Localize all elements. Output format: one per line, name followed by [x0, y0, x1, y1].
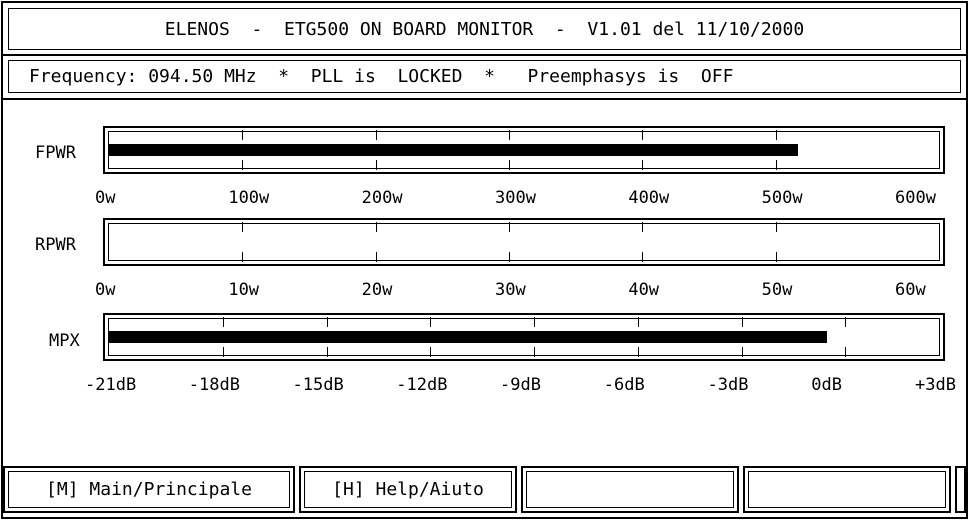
mpx-tick [222, 347, 224, 357]
fpwr-meter [103, 126, 945, 174]
mpx-tick [534, 347, 535, 357]
rpwr-tick [509, 252, 510, 262]
mpx-tick [534, 317, 535, 327]
menu-slot-3[interactable] [521, 466, 739, 513]
fpwr-scale-label: 0w [95, 188, 116, 208]
fpwr-tick [642, 130, 644, 140]
menu-help-button[interactable]: [H] Help/Aiuto [299, 466, 517, 513]
fpwr-tick [775, 160, 777, 170]
fpwr-scale-label: 600w [895, 188, 936, 208]
mpx-scale-label: -15dB [292, 375, 344, 395]
fpwr-scale-label: 200w [361, 188, 403, 208]
menu-slot-5[interactable] [955, 466, 966, 513]
fpwr-label: FPWR [35, 143, 76, 163]
fpwr-tick [242, 130, 244, 140]
fpwr-scale-label: 400w [628, 188, 670, 208]
rpwr-tick [375, 222, 377, 232]
fpwr-scale-label: 100w [228, 188, 270, 208]
mpx-scale-label: -21dB [85, 375, 137, 395]
mpx-scale-label: -6dB [603, 375, 645, 395]
mpx-tick [326, 317, 328, 327]
fpwr-tick [509, 130, 510, 140]
mpx-tick [637, 317, 639, 327]
mpx-label: MPX [49, 331, 80, 351]
rpwr-scale-label: 10w [228, 280, 260, 300]
fpwr-tick [375, 160, 377, 170]
window-title: ELENOS - ETG500 ON BOARD MONITOR - V1.01… [8, 8, 961, 50]
menu-main-label: [M] Main/Principale [46, 479, 252, 500]
rpwr-tick [242, 222, 244, 232]
fpwr-level-bar [109, 144, 798, 156]
fpwr-tick [642, 160, 644, 170]
mpx-tick [637, 347, 639, 357]
mpx-scale-label: -12dB [396, 375, 448, 395]
fpwr-scale-label: 500w [761, 188, 803, 208]
status-line: Frequency: 094.50 MHz * PLL is LOCKED * … [8, 60, 961, 93]
rpwr-scale-label: 50w [761, 280, 793, 300]
rpwr-scale-label: 0w [95, 280, 116, 300]
status-bar: Frequency: 094.50 MHz * PLL is LOCKED * … [3, 56, 966, 100]
rpwr-meter [103, 218, 945, 266]
fpwr-tick [775, 130, 777, 140]
rpwr-scale-label: 30w [495, 280, 526, 300]
mpx-scale-label: -3dB [707, 375, 749, 395]
rpwr-tick [642, 252, 644, 262]
fpwr-tick [242, 160, 244, 170]
mpx-scale-label: +3dB [915, 375, 956, 395]
rpwr-tick [775, 222, 777, 232]
mpx-tick [326, 347, 328, 357]
rpwr-label: RPWR [35, 235, 76, 255]
rpwr-scale-label: 40w [628, 280, 660, 300]
mpx-scale-label: 0dB [811, 375, 842, 395]
mpx-tick [430, 317, 432, 327]
rpwr-tick [509, 222, 510, 232]
monitor-window: ELENOS - ETG500 ON BOARD MONITOR - V1.01… [1, 1, 968, 519]
mpx-level-bar [109, 331, 827, 343]
title-bar: ELENOS - ETG500 ON BOARD MONITOR - V1.01… [3, 3, 966, 56]
mpx-tick [845, 317, 847, 327]
fpwr-scale-label: 300w [495, 188, 536, 208]
mpx-scale-label: -18dB [188, 375, 240, 395]
mpx-scale-label: -9dB [500, 375, 541, 395]
mpx-tick [430, 347, 432, 357]
rpwr-tick [775, 252, 777, 262]
meters-panel: FPWR 0w 100w 200w 300w 400w 500w 600w RPWR 0w 1… [3, 100, 966, 470]
rpwr-scale-label: 60w [895, 280, 926, 300]
menu-bar: [M] Main/Principale [H] Help/Aiuto [3, 464, 966, 517]
fpwr-tick [375, 130, 377, 140]
rpwr-tick [375, 252, 377, 262]
rpwr-tick [642, 222, 644, 232]
rpwr-meter-inner [108, 223, 940, 261]
menu-main-button[interactable]: [M] Main/Principale [3, 466, 295, 513]
mpx-meter [103, 313, 945, 361]
fpwr-tick [509, 160, 510, 170]
rpwr-tick [242, 252, 244, 262]
mpx-tick [845, 347, 847, 357]
menu-slot-4[interactable] [743, 466, 951, 513]
mpx-tick [222, 317, 224, 327]
mpx-tick [741, 317, 743, 327]
mpx-tick [741, 347, 743, 357]
menu-help-label: [H] Help/Aiuto [332, 479, 484, 500]
rpwr-scale-label: 20w [361, 280, 393, 300]
